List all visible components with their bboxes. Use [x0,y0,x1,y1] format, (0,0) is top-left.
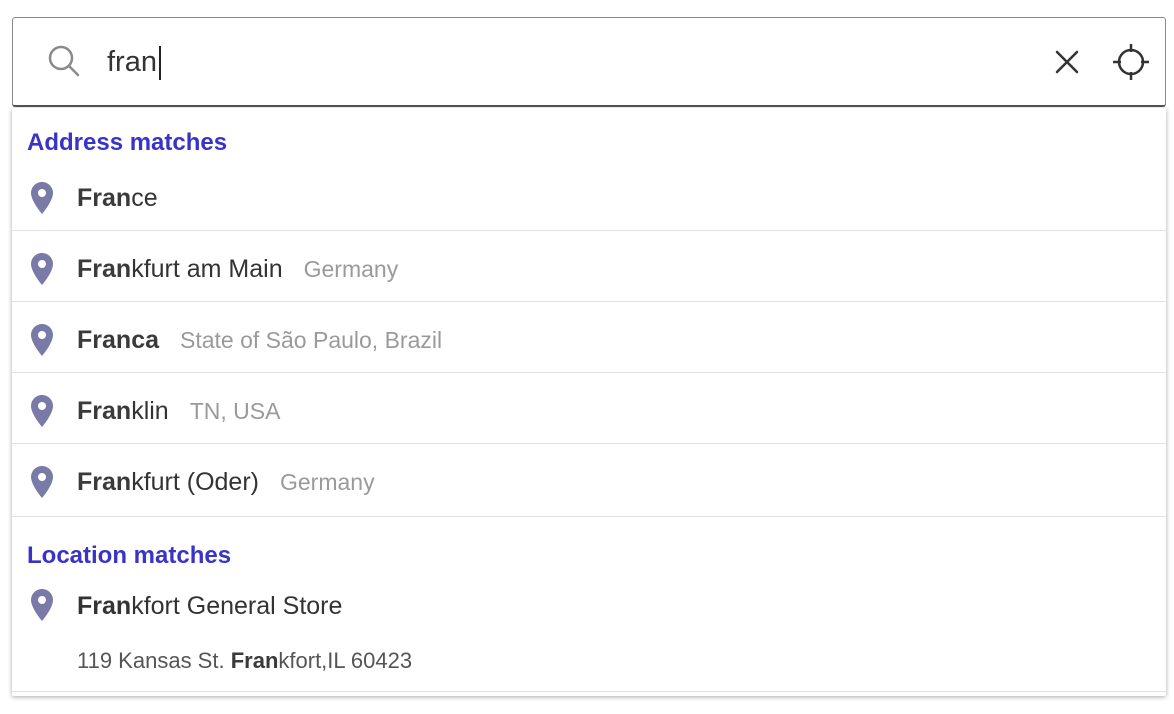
result-label: Frankfurt am Main Germany [77,255,398,284]
result-label: France [77,184,158,213]
result-rest: ca [131,326,159,354]
address-result-item[interactable]: France [12,160,1166,231]
map-pin-icon [31,324,53,356]
result-match: Fran [230,648,279,673]
location-title: Frankfort General Store [77,592,342,621]
search-input[interactable] [107,38,1007,86]
section-divider [12,516,1166,517]
map-pin-icon [31,466,53,498]
search-box [12,17,1166,107]
address-matches-heading: Address matches [27,129,228,156]
search-icon [48,45,80,77]
result-region: TN, USA [189,398,281,424]
text-caret [159,46,161,80]
address-result-item[interactable]: Franklin TN, USA [12,373,1166,444]
crosshair-icon[interactable] [1111,42,1151,82]
result-match: Fran [77,255,132,283]
result-label: Franca State of São Paulo, Brazil [77,326,442,355]
result-rest: kfurt (Oder) [131,468,259,496]
result-region: Germany [303,256,399,282]
result-rest: kfurt am Main [131,255,283,283]
close-icon[interactable] [1049,44,1085,80]
result-match: Fran [77,326,132,354]
location-matches-heading: Location matches [27,542,232,569]
result-region: Germany [279,469,375,495]
map-pin-icon [31,395,53,427]
location-address: 119 Kansas St. Frankfort,IL 60423 [77,648,412,674]
address-prefix: 119 Kansas St. [77,648,231,673]
location-result-item[interactable]: Frankfort General Store 119 Kansas St. F… [12,570,1166,692]
result-rest: klin [131,397,169,425]
address-result-item[interactable]: Franca State of São Paulo, Brazil [12,302,1166,373]
address-rest: kfort,IL 60423 [278,648,413,673]
result-rest: ce [131,184,158,212]
result-label: Franklin TN, USA [77,397,280,426]
address-result-item[interactable]: Frankfurt (Oder) Germany [12,444,1166,515]
map-pin-icon [31,182,53,214]
map-pin-icon [31,589,53,621]
result-rest: kfort General Store [131,592,343,620]
result-match: Fran [77,592,132,620]
result-label: Frankfurt (Oder) Germany [77,468,375,497]
result-match: Fran [77,184,132,212]
address-result-item[interactable]: Frankfurt am Main Germany [12,231,1166,302]
result-match: Fran [77,468,132,496]
map-pin-icon [31,253,53,285]
suggestions-dropdown: Address matches France Frankfurt am Main… [12,108,1166,696]
result-region: State of São Paulo, Brazil [180,327,443,353]
result-match: Fran [77,397,132,425]
